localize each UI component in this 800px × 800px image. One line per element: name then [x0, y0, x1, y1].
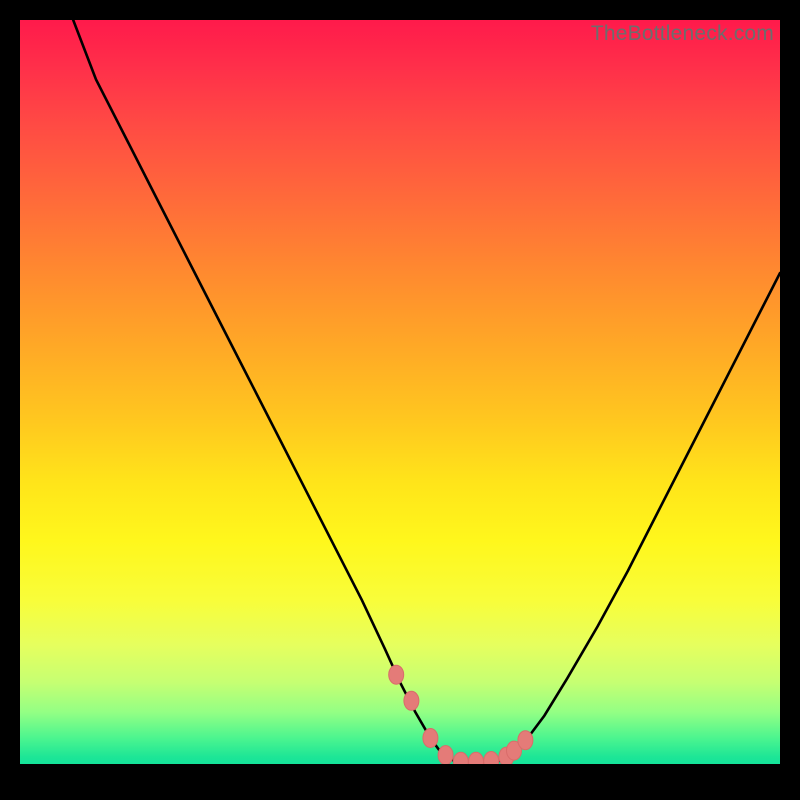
marker-point [389, 665, 404, 684]
axis-strip [20, 764, 780, 780]
chart-frame: TheBottleneck.com [20, 20, 780, 780]
curve-left-branch [73, 20, 453, 760]
marker-point [518, 731, 533, 750]
marker-point [423, 729, 438, 748]
curve-right-branch [506, 273, 780, 758]
marker-point [438, 746, 453, 765]
bottleneck-curve [20, 20, 780, 764]
marker-group [389, 665, 533, 771]
plot-area: TheBottleneck.com [20, 20, 780, 764]
marker-point [404, 691, 419, 710]
